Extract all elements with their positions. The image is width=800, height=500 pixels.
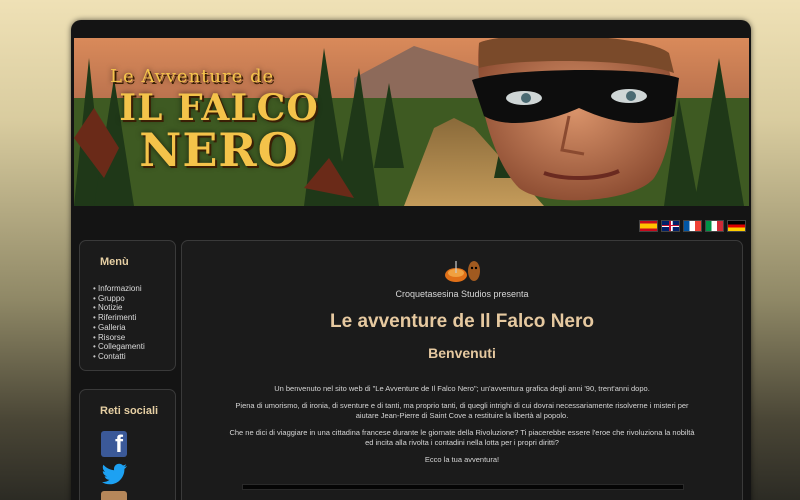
game-title-logo: Le Avventure de IL FALCO NERO [104,66,334,173]
flag-france-icon[interactable] [683,220,702,232]
header-banner: Le Avventure de IL FALCO NERO [74,38,749,206]
flag-germany-icon[interactable] [727,220,746,232]
intro-paragraph-3: Che ne dici di viaggiare in una cittadin… [229,428,695,447]
menu-item-notizie[interactable]: Notizie [93,303,175,313]
intro-paragraph-4: Ecco la tua avventura! [424,455,500,464]
flag-spain-icon[interactable] [639,220,658,232]
game-title-line1: Le Avventure de [110,66,275,87]
page-title: Le avventure de Il Falco Nero [330,311,594,332]
language-selector [639,220,746,232]
menu-item-galleria[interactable]: Galleria [93,323,175,333]
flag-uk-icon[interactable] [661,220,680,232]
menu-item-contatti[interactable]: Contatti [93,352,175,362]
game-title-line3: NERO [139,123,299,177]
studio-credit: Croquetasesina Studios presenta [182,259,742,299]
menu-title: Menù [100,256,129,268]
welcome-heading: Benvenuti [428,345,496,361]
twitter-icon[interactable] [101,461,127,487]
intro-paragraph-2: Piena di umorismo, di ironia, di sventur… [235,401,689,420]
studio-credit-text: Croquetasesina Studios presenta [395,289,529,299]
instagram-icon[interactable] [101,491,127,500]
main-content: Croquetasesina Studios presenta Le avven… [181,240,743,500]
studio-logo-icon [445,261,480,282]
menu-panel: Menù Informazioni Gruppo Notizie Riferim… [79,240,176,371]
social-panel: Reti sociali [79,389,176,500]
flag-italy-icon[interactable] [705,220,724,232]
menu-item-informazioni[interactable]: Informazioni [93,284,175,294]
menu-item-collegamenti[interactable]: Collegamenti [93,342,175,352]
menu-item-risorse[interactable]: Risorse [93,333,175,343]
intro-paragraph-1: Un benvenuto nel sito web di "Le Avventu… [274,384,650,393]
game-title-line2: IL FALCO [119,87,319,129]
social-icons [101,431,175,500]
site-container: Le Avventure de IL FALCO NERO Menù Infor… [71,20,751,500]
video-player-strip[interactable] [242,484,684,490]
menu-item-gruppo[interactable]: Gruppo [93,294,175,304]
menu-item-riferimenti[interactable]: Riferimenti [93,313,175,323]
social-title: Reti sociali [100,405,159,417]
facebook-icon[interactable] [101,431,127,459]
menu-list: Informazioni Gruppo Notizie Riferimenti … [93,284,175,362]
